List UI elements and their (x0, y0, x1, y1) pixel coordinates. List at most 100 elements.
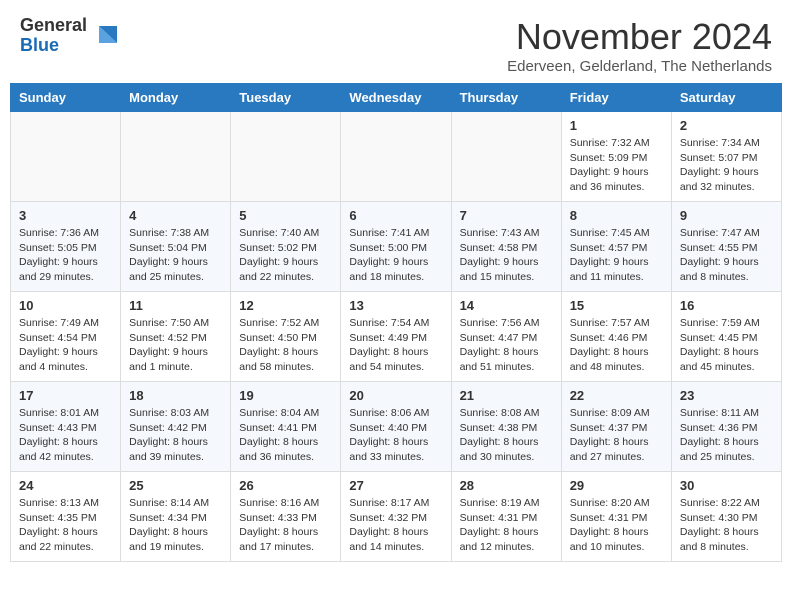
calendar-cell: 12 Sunrise: 7:52 AM Sunset: 4:50 PM Dayli… (231, 292, 341, 382)
calendar-cell: 16 Sunrise: 7:59 AM Sunset: 4:45 PM Dayli… (671, 292, 781, 382)
day-number: 7 (460, 208, 553, 223)
calendar-cell: 22Sunrise: 8:09 AM Sunset: 4:37 PM Dayli… (561, 382, 671, 472)
day-info: Sunrise: 7:38 AM Sunset: 5:04 PM Dayligh… (129, 226, 222, 285)
day-info: Sunrise: 8:04 AM Sunset: 4:41 PM Dayligh… (239, 406, 332, 465)
day-info: Sunrise: 7:36 AM Sunset: 5:05 PM Dayligh… (19, 226, 112, 285)
day-info: Sunrise: 7:40 AM Sunset: 5:02 PM Dayligh… (239, 226, 332, 285)
day-info: Sunrise: 7:50 AM Sunset: 4:52 PM Dayligh… (129, 316, 222, 375)
logo-blue-text: Blue (20, 35, 59, 55)
calendar-cell: 20 Sunrise: 8:06 AM Sunset: 4:40 PM Dayli… (341, 382, 451, 472)
day-number: 14 (460, 298, 553, 313)
calendar-cell: 4Sunrise: 7:38 AM Sunset: 5:04 PM Daylig… (121, 202, 231, 292)
col-monday: Monday (121, 84, 231, 112)
calendar-cell: 19 Sunrise: 8:04 AM Sunset: 4:41 PM Dayli… (231, 382, 341, 472)
logo: General Blue (20, 16, 119, 56)
calendar-cell: 18 Sunrise: 8:03 AM Sunset: 4:42 PM Dayli… (121, 382, 231, 472)
calendar-cell: 7Sunrise: 7:43 AM Sunset: 4:58 PM Daylig… (451, 202, 561, 292)
header-row: Sunday Monday Tuesday Wednesday Thursday… (11, 84, 782, 112)
calendar-week-4: 24Sunrise: 8:13 AM Sunset: 4:35 PM Dayli… (11, 472, 782, 562)
day-info: Sunrise: 8:06 AM Sunset: 4:40 PM Dayligh… (349, 406, 442, 465)
day-info: Sunrise: 8:14 AM Sunset: 4:34 PM Dayligh… (129, 496, 222, 555)
calendar-cell: 28 Sunrise: 8:19 AM Sunset: 4:31 PM Dayli… (451, 472, 561, 562)
calendar-cell: 14 Sunrise: 7:56 AM Sunset: 4:47 PM Dayli… (451, 292, 561, 382)
calendar-week-2: 10Sunrise: 7:49 AM Sunset: 4:54 PM Dayli… (11, 292, 782, 382)
calendar-cell: 13Sunrise: 7:54 AM Sunset: 4:49 PM Dayli… (341, 292, 451, 382)
calendar-cell: 30Sunrise: 8:22 AM Sunset: 4:30 PM Dayli… (671, 472, 781, 562)
day-number: 13 (349, 298, 442, 313)
title-block: November 2024 Ederveen, Gelderland, The … (507, 16, 772, 75)
calendar-cell: 6Sunrise: 7:41 AM Sunset: 5:00 PM Daylig… (341, 202, 451, 292)
col-tuesday: Tuesday (231, 84, 341, 112)
calendar-cell (341, 112, 451, 202)
subtitle: Ederveen, Gelderland, The Netherlands (507, 58, 772, 75)
day-number: 6 (349, 208, 442, 223)
logo-general-text: General (20, 15, 87, 35)
calendar-cell: 2 Sunrise: 7:34 AM Sunset: 5:07 PM Daylig… (671, 112, 781, 202)
calendar-cell (11, 112, 121, 202)
day-info: Sunrise: 7:52 AM Sunset: 4:50 PM Dayligh… (239, 316, 332, 375)
day-number: 26 (239, 478, 332, 493)
day-number: 8 (570, 208, 663, 223)
calendar-cell: 27 Sunrise: 8:17 AM Sunset: 4:32 PM Dayli… (341, 472, 451, 562)
day-info: Sunrise: 7:59 AM Sunset: 4:45 PM Dayligh… (680, 316, 773, 375)
col-wednesday: Wednesday (341, 84, 451, 112)
calendar-cell: 23 Sunrise: 8:11 AM Sunset: 4:36 PM Dayli… (671, 382, 781, 472)
day-number: 28 (460, 478, 553, 493)
calendar-cell: 21 Sunrise: 8:08 AM Sunset: 4:38 PM Dayli… (451, 382, 561, 472)
day-number: 21 (460, 388, 553, 403)
calendar-cell: 1 Sunrise: 7:32 AM Sunset: 5:09 PM Daylig… (561, 112, 671, 202)
calendar-cell: 8Sunrise: 7:45 AM Sunset: 4:57 PM Daylig… (561, 202, 671, 292)
day-number: 27 (349, 478, 442, 493)
day-number: 2 (680, 118, 773, 133)
day-info: Sunrise: 8:20 AM Sunset: 4:31 PM Dayligh… (570, 496, 663, 555)
calendar-wrapper: Sunday Monday Tuesday Wednesday Thursday… (0, 83, 792, 572)
calendar-cell (451, 112, 561, 202)
calendar-cell: 15Sunrise: 7:57 AM Sunset: 4:46 PM Dayli… (561, 292, 671, 382)
day-info: Sunrise: 7:56 AM Sunset: 4:47 PM Dayligh… (460, 316, 553, 375)
day-info: Sunrise: 8:22 AM Sunset: 4:30 PM Dayligh… (680, 496, 773, 555)
day-number: 5 (239, 208, 332, 223)
day-number: 1 (570, 118, 663, 133)
calendar-table: Sunday Monday Tuesday Wednesday Thursday… (10, 83, 782, 562)
day-number: 18 (129, 388, 222, 403)
day-info: Sunrise: 7:32 AM Sunset: 5:09 PM Dayligh… (570, 136, 663, 195)
calendar-cell: 11 Sunrise: 7:50 AM Sunset: 4:52 PM Dayli… (121, 292, 231, 382)
calendar-cell (121, 112, 231, 202)
day-info: Sunrise: 8:03 AM Sunset: 4:42 PM Dayligh… (129, 406, 222, 465)
day-info: Sunrise: 8:19 AM Sunset: 4:31 PM Dayligh… (460, 496, 553, 555)
col-friday: Friday (561, 84, 671, 112)
day-number: 20 (349, 388, 442, 403)
day-info: Sunrise: 8:09 AM Sunset: 4:37 PM Dayligh… (570, 406, 663, 465)
day-number: 23 (680, 388, 773, 403)
day-number: 16 (680, 298, 773, 313)
day-info: Sunrise: 8:11 AM Sunset: 4:36 PM Dayligh… (680, 406, 773, 465)
day-info: Sunrise: 8:17 AM Sunset: 4:32 PM Dayligh… (349, 496, 442, 555)
day-number: 24 (19, 478, 112, 493)
day-number: 10 (19, 298, 112, 313)
day-info: Sunrise: 8:08 AM Sunset: 4:38 PM Dayligh… (460, 406, 553, 465)
day-number: 19 (239, 388, 332, 403)
col-saturday: Saturday (671, 84, 781, 112)
month-title: November 2024 (507, 16, 772, 58)
day-number: 3 (19, 208, 112, 223)
day-info: Sunrise: 7:47 AM Sunset: 4:55 PM Dayligh… (680, 226, 773, 285)
day-number: 25 (129, 478, 222, 493)
day-number: 17 (19, 388, 112, 403)
calendar-body: 1 Sunrise: 7:32 AM Sunset: 5:09 PM Daylig… (11, 112, 782, 562)
calendar-cell (231, 112, 341, 202)
day-info: Sunrise: 8:16 AM Sunset: 4:33 PM Dayligh… (239, 496, 332, 555)
col-thursday: Thursday (451, 84, 561, 112)
calendar-cell: 5 Sunrise: 7:40 AM Sunset: 5:02 PM Daylig… (231, 202, 341, 292)
logo-icon (89, 21, 119, 51)
day-number: 11 (129, 298, 222, 313)
day-number: 29 (570, 478, 663, 493)
calendar-cell: 9Sunrise: 7:47 AM Sunset: 4:55 PM Daylig… (671, 202, 781, 292)
header: General Blue November 2024 Ederveen, Gel… (0, 0, 792, 83)
col-sunday: Sunday (11, 84, 121, 112)
calendar-cell: 10Sunrise: 7:49 AM Sunset: 4:54 PM Dayli… (11, 292, 121, 382)
day-info: Sunrise: 7:57 AM Sunset: 4:46 PM Dayligh… (570, 316, 663, 375)
calendar-cell: 26 Sunrise: 8:16 AM Sunset: 4:33 PM Dayli… (231, 472, 341, 562)
day-info: Sunrise: 7:34 AM Sunset: 5:07 PM Dayligh… (680, 136, 773, 195)
day-number: 12 (239, 298, 332, 313)
calendar-cell: 24Sunrise: 8:13 AM Sunset: 4:35 PM Dayli… (11, 472, 121, 562)
